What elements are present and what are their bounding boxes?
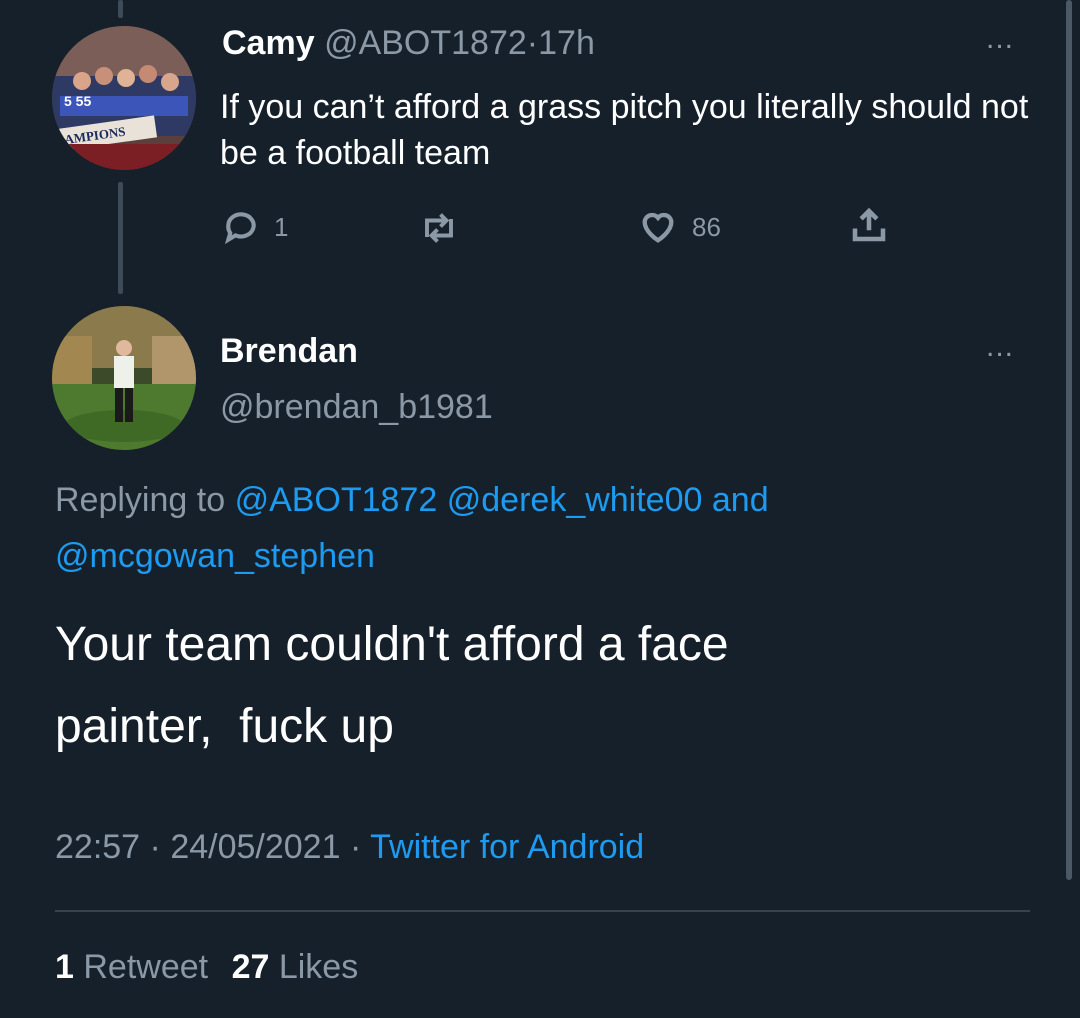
brendan-handle[interactable]: @brendan_b1981 xyxy=(220,388,493,427)
scrollbar[interactable] xyxy=(1066,0,1072,880)
like-button[interactable]: 86 xyxy=(638,207,721,247)
like-icon xyxy=(642,212,674,243)
camy-separator: · xyxy=(526,24,539,62)
mention-abot1872[interactable]: @ABOT1872 xyxy=(235,481,438,519)
camy-header: Camy @ABOT1872·17h xyxy=(222,24,595,63)
retweet-stat-count: 1 xyxy=(55,948,74,986)
retweet-stat[interactable]: 1 Retweet xyxy=(55,948,218,986)
share-icon xyxy=(852,207,886,242)
camy-avatar-image: 5 55 AMPIONS xyxy=(52,26,196,170)
share-button[interactable] xyxy=(848,204,890,246)
camy-timestamp[interactable]: 17h xyxy=(538,24,595,62)
camy-avatar-numbers: 5 55 xyxy=(64,93,91,109)
reply-count: 1 xyxy=(274,211,289,242)
stats-divider xyxy=(55,910,1030,912)
tweet-meta: 22:57 · 24/05/2021 · Twitter for Android xyxy=(55,828,644,867)
camy-more-icon[interactable]: ... xyxy=(986,22,1014,56)
retweet-stat-label: Retweet xyxy=(83,948,209,986)
like-stat[interactable]: 27 Likes xyxy=(232,948,359,986)
replying-to-label: Replying to xyxy=(55,481,226,519)
brendan-more-icon[interactable]: ... xyxy=(986,330,1014,364)
thread-line-connector xyxy=(118,182,123,294)
replying-to: Replying to @ABOT1872 @derek_white00 and… xyxy=(55,472,1015,584)
like-stat-label: Likes xyxy=(278,948,359,986)
tweet-time: 22:57 xyxy=(55,828,141,866)
brendan-display-name[interactable]: Brendan xyxy=(220,332,358,371)
reply-icon xyxy=(224,212,256,245)
camy-handle[interactable]: @ABOT1872 xyxy=(324,24,527,62)
camy-display-name[interactable]: Camy xyxy=(222,24,315,62)
brendan-avatar[interactable] xyxy=(52,306,196,450)
camy-tweet-text: If you can’t afford a grass pitch you li… xyxy=(220,88,1029,172)
meta-separator-1: · xyxy=(149,828,161,866)
camy-avatar[interactable]: 5 55 AMPIONS xyxy=(52,26,196,170)
tweet-date: 24/05/2021 xyxy=(170,828,341,866)
mention-derek-white00[interactable]: @derek_white00 xyxy=(447,481,703,519)
retweet-button[interactable] xyxy=(418,210,460,246)
main-tweet-text: Your team couldn't afford a face painter… xyxy=(55,618,742,753)
mention-and-others[interactable]: and xyxy=(712,481,769,519)
like-count: 86 xyxy=(692,211,721,242)
mention-mcgowan-stephen[interactable]: @mcgowan_stephen xyxy=(55,537,375,575)
tweet-stats: 1 Retweet 27 Likes xyxy=(55,948,358,987)
reply-button[interactable]: 1 xyxy=(222,208,288,246)
meta-separator-2: · xyxy=(349,828,362,866)
brendan-avatar-image xyxy=(52,306,196,450)
like-stat-count: 27 xyxy=(231,948,270,986)
tweet-source-link[interactable]: Twitter for Android xyxy=(370,828,644,866)
retweet-icon xyxy=(425,213,453,243)
thread-line-top xyxy=(118,0,123,18)
